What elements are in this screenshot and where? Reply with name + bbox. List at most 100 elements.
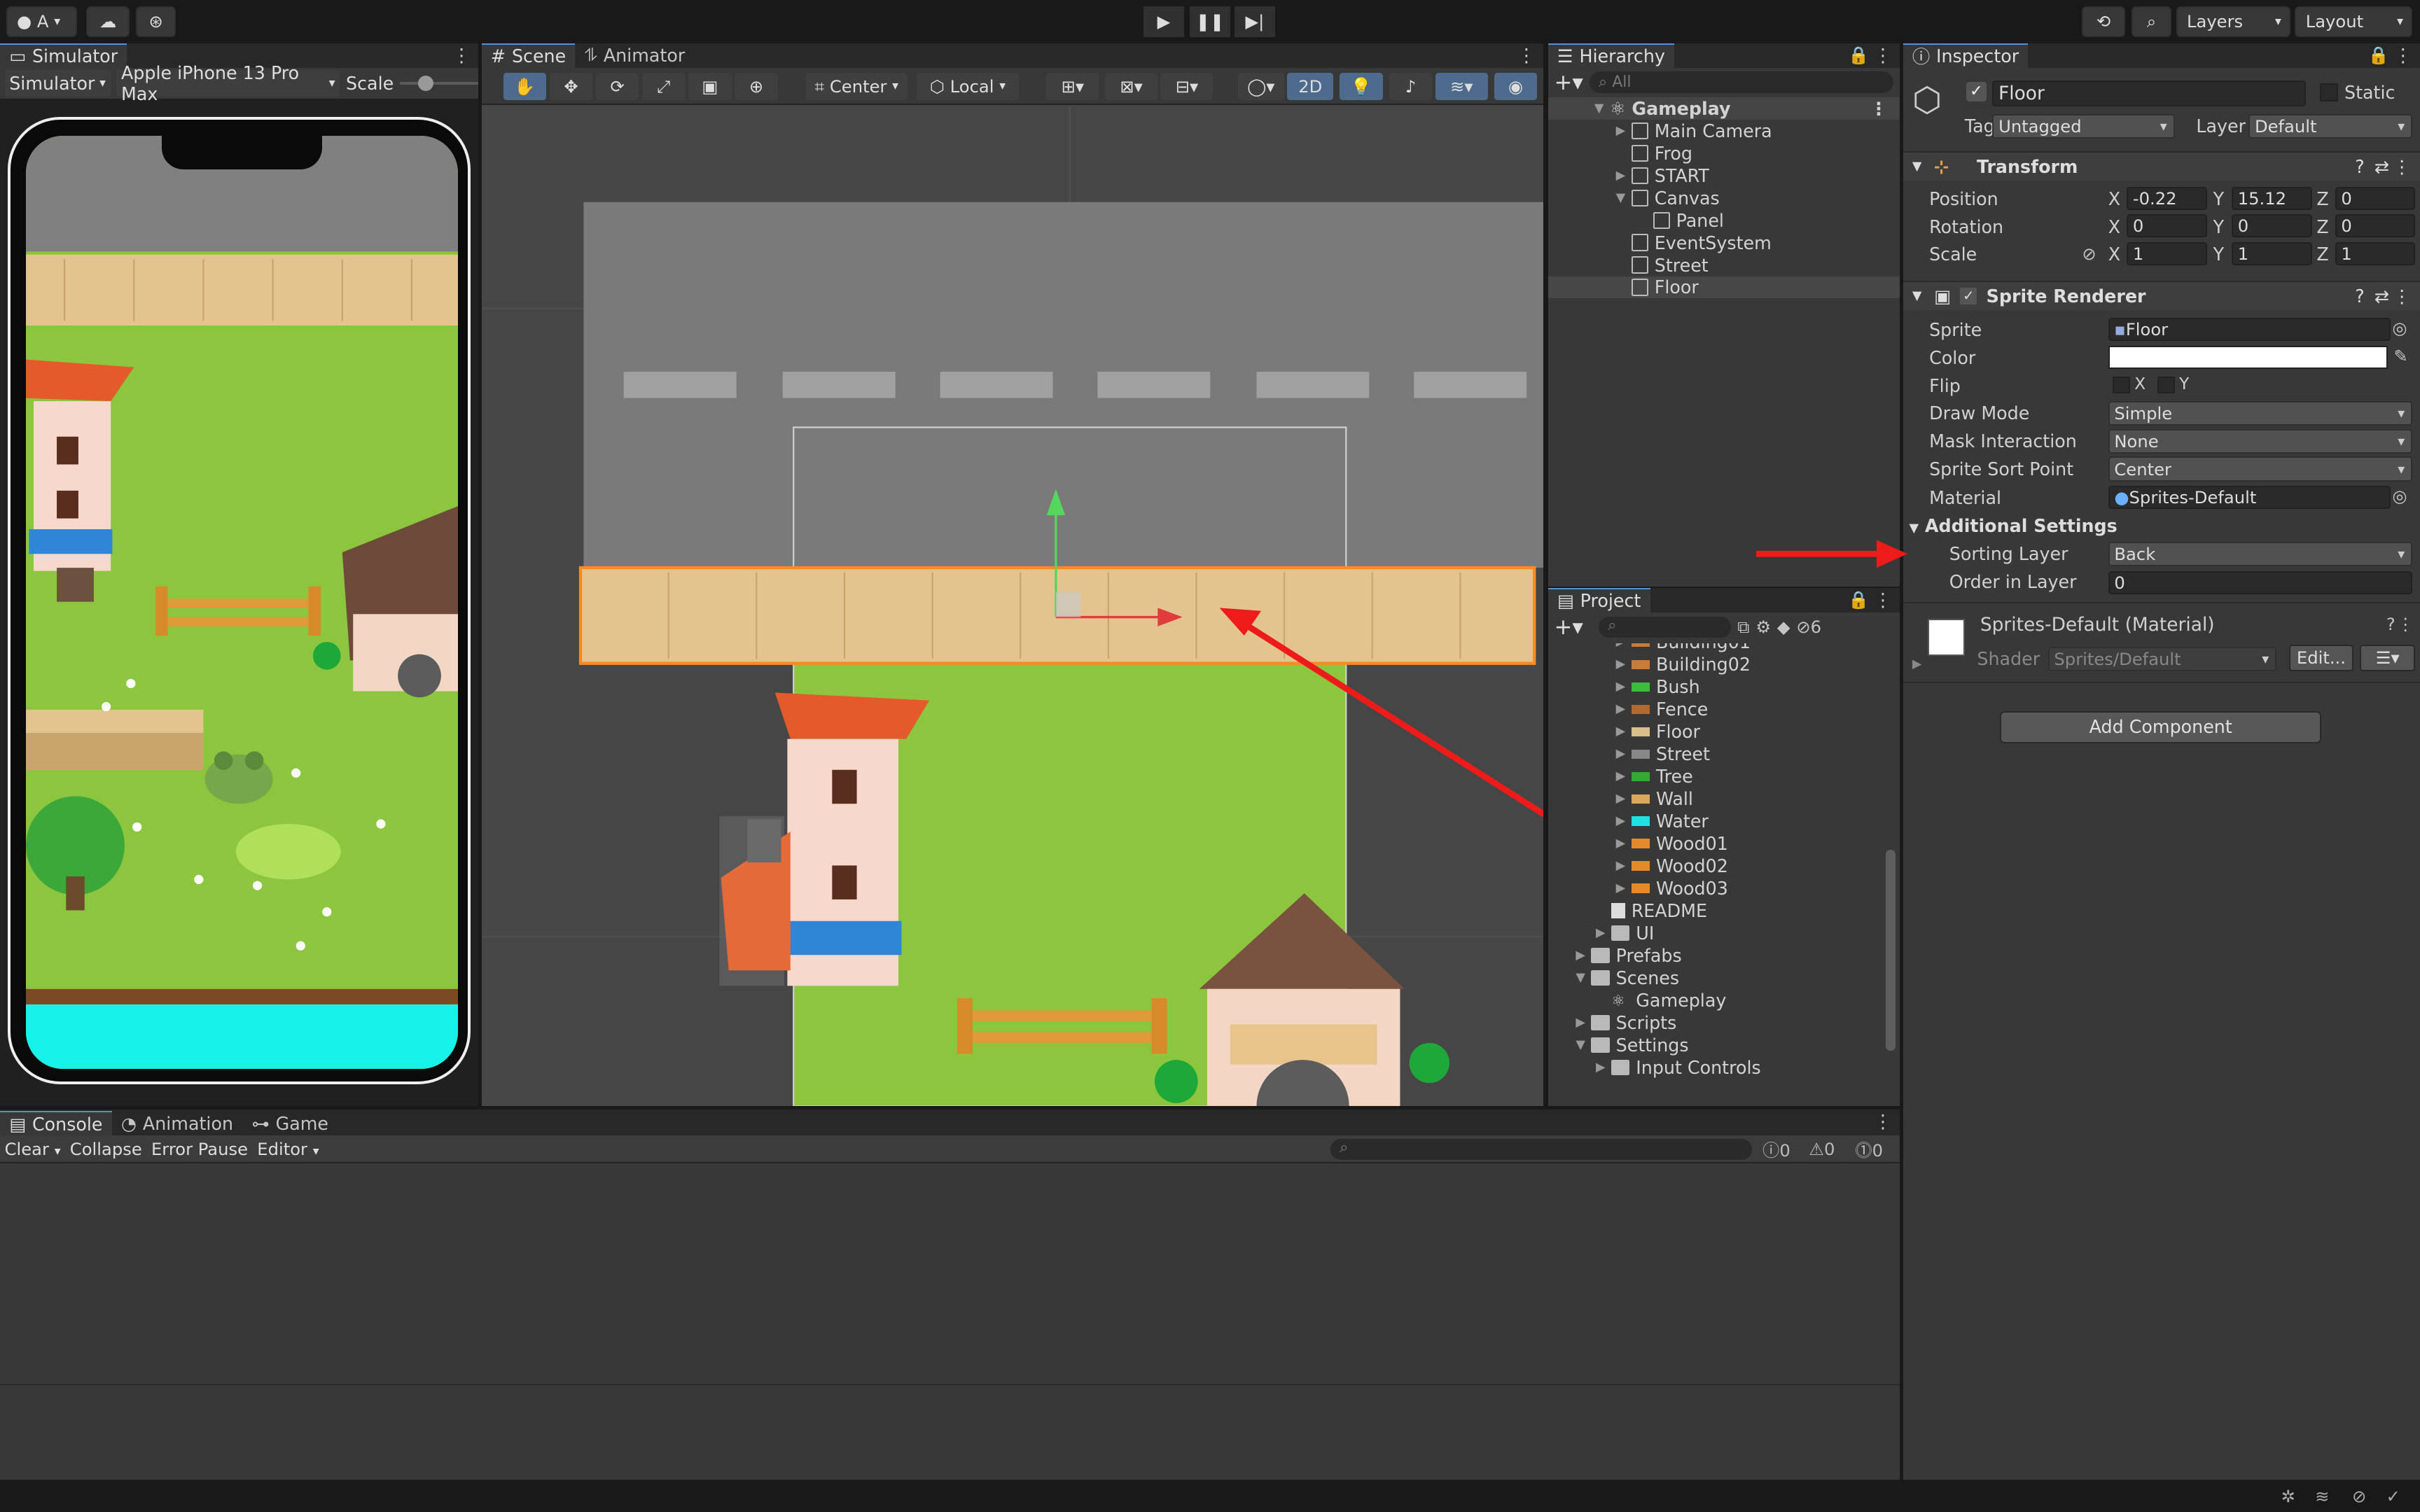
lighting-toggle[interactable]: 💡 (1340, 72, 1383, 101)
object-picker-icon[interactable]: ◎ (2392, 318, 2407, 338)
scene-menu-icon[interactable]: ⋮ (1870, 98, 1887, 119)
filter-type-icon[interactable]: ⚙ (1755, 617, 1771, 637)
tab-console[interactable]: ▤ Console (0, 1110, 112, 1136)
preset-icon[interactable]: ⇄ (2374, 156, 2389, 177)
pause-button[interactable]: ❚❚ (1190, 6, 1230, 37)
collapsed-arrow-icon[interactable]: ▶ (1616, 881, 1632, 895)
help-icon[interactable]: ? (2355, 286, 2364, 307)
pos-y-field[interactable]: 15.12 (2232, 186, 2312, 210)
project-item[interactable]: ▶ Water (1548, 810, 1884, 832)
collapsed-arrow-icon[interactable]: ▶ (1596, 926, 1611, 940)
pos-x-field[interactable]: -0.22 (2127, 186, 2207, 210)
audio-toggle[interactable]: ♪ (1389, 72, 1433, 101)
preset-icon[interactable]: ⇄ (2374, 286, 2389, 307)
collab-button[interactable]: ⊛ (135, 6, 176, 37)
expand-icon[interactable]: ▶ (1912, 657, 1922, 671)
more-icon[interactable]: ⋮ (1874, 1111, 1892, 1133)
sort-point-dropdown[interactable]: Center (2108, 456, 2412, 482)
scale-z-field[interactable]: 1 (2335, 242, 2416, 266)
hierarchy-item[interactable]: ▼ ⚛ Gameplay ⋮ (1548, 97, 1900, 120)
constrain-proportions-icon[interactable]: ⊘ (2082, 244, 2096, 264)
project-item[interactable]: ▶ Tree (1548, 765, 1884, 788)
rot-y-field[interactable]: 0 (2232, 214, 2312, 238)
2d-toggle[interactable]: 2D (1287, 72, 1334, 101)
layers-dropdown[interactable]: Layers ▾ (2176, 6, 2290, 37)
additional-settings-foldout[interactable]: ▼ Additional Settings (1909, 515, 2117, 536)
tab-inspector[interactable]: ⓘ Inspector (1903, 43, 2029, 68)
hierarchy-item[interactable]: Panel (1548, 209, 1900, 232)
expanded-arrow-icon[interactable]: ▼ (1576, 971, 1591, 985)
editor-dropdown[interactable]: Editor ▾ (257, 1139, 319, 1159)
project-item[interactable]: ▶ Input Controls (1548, 1056, 1884, 1079)
simulator-mode-dropdown[interactable]: Simulator ▾ (4, 70, 111, 97)
move-tool-button[interactable]: ✥ (549, 72, 593, 101)
tab-animation[interactable]: ◔ Animation (112, 1111, 243, 1135)
tab-hierarchy[interactable]: ☰ Hierarchy (1548, 43, 1675, 68)
material-field[interactable]: ● Sprites-Default (2108, 486, 2391, 510)
scale-slider[interactable] (400, 75, 479, 91)
space-dropdown[interactable]: ⬡ Local ▾ (917, 72, 1019, 101)
hidden-packages-icon[interactable]: ⊘6 (1796, 617, 1821, 637)
cloud-button[interactable]: ☁ (86, 6, 130, 37)
increment-snap-button[interactable]: ⊟▾ (1160, 72, 1214, 101)
auto-refresh-icon[interactable]: ✓ (2386, 1486, 2400, 1506)
hierarchy-item[interactable]: ▶ START (1548, 164, 1900, 187)
tab-game[interactable]: ⊶ Game (242, 1111, 338, 1135)
add-icon[interactable]: +▾ (1555, 615, 1583, 640)
collapsed-arrow-icon[interactable]: ▶ (1616, 643, 1632, 649)
active-checkbox[interactable]: ✓ (1966, 81, 1987, 102)
flip-x-checkbox[interactable] (2113, 376, 2130, 394)
order-in-layer-field[interactable]: 0 (2108, 570, 2412, 594)
grid-snap-button[interactable]: ⊠▾ (1105, 72, 1158, 101)
project-search-input[interactable]: ⌕ (1598, 616, 1732, 638)
cache-icon[interactable]: ≋ (2315, 1486, 2329, 1506)
project-item[interactable]: ▶ Prefabs (1548, 944, 1884, 967)
project-scrollbar[interactable] (1884, 650, 1897, 1074)
hierarchy-item[interactable]: ▼ Canvas (1548, 187, 1900, 209)
help-icon[interactable]: ? (2355, 156, 2364, 177)
layer-dropdown[interactable]: Default (2248, 114, 2412, 139)
add-component-button[interactable]: Add Component (2000, 711, 2321, 744)
account-dropdown[interactable]: ● A ▾ (6, 6, 78, 37)
game-view[interactable] (26, 135, 459, 1069)
project-item[interactable]: ▶ Building02 (1548, 653, 1884, 676)
project-item[interactable]: ▶ Building01 (1548, 643, 1884, 653)
project-item[interactable]: ▶ Street (1548, 743, 1884, 765)
collapsed-arrow-icon[interactable]: ▶ (1616, 124, 1632, 138)
pivot-dropdown[interactable]: ⌗ Center ▾ (805, 72, 908, 101)
play-button[interactable]: ▶ (1143, 6, 1184, 37)
rect-tool-button[interactable]: ▣ (688, 72, 732, 101)
scene-viewport[interactable] (481, 106, 1544, 1107)
project-item[interactable]: ▶ Wood01 (1548, 832, 1884, 855)
hierarchy-item[interactable]: Street (1548, 254, 1900, 276)
log-count-toggle[interactable]: ⓘ0 (1762, 1137, 1790, 1161)
layout-dropdown[interactable]: Layout ▾ (2295, 6, 2412, 37)
component-menu-icon[interactable]: ⋮ (2393, 286, 2410, 307)
more-icon[interactable]: ⋮ (1874, 589, 1892, 611)
snap-grid-button[interactable]: ⊞▾ (1046, 72, 1099, 101)
clear-button[interactable]: Clear ▾ (5, 1139, 61, 1159)
hierarchy-search-input[interactable]: ⌕ All (1589, 71, 1894, 94)
warning-count-toggle[interactable]: ⚠0 (1809, 1139, 1835, 1159)
tab-scene[interactable]: # Scene (481, 43, 576, 68)
project-item[interactable]: ▶ Wall (1548, 788, 1884, 810)
project-item[interactable]: ▼ Settings (1548, 1034, 1884, 1056)
rot-z-field[interactable]: 0 (2335, 214, 2416, 238)
debug-icon[interactable]: ✲ (2281, 1486, 2295, 1506)
color-swatch[interactable] (2108, 345, 2388, 369)
collapsed-arrow-icon[interactable]: ▶ (1616, 814, 1632, 828)
collapsed-arrow-icon[interactable]: ▶ (1616, 836, 1632, 850)
hierarchy-item[interactable]: Frog (1548, 142, 1900, 164)
tab-animator[interactable]: ⥮ Animator (575, 43, 694, 68)
project-item[interactable]: ▼ Scenes (1548, 967, 1884, 989)
shading-dropdown[interactable]: ◯▾ (1237, 72, 1284, 101)
project-item[interactable]: ▶ Floor (1548, 720, 1884, 743)
component-menu-icon[interactable]: ⋮ (2393, 156, 2410, 177)
more-icon[interactable]: ⋮ (2394, 45, 2412, 66)
lock-icon[interactable]: 🔒 (1848, 589, 1869, 610)
search-button[interactable]: ⌕ (2131, 6, 2172, 37)
object-picker-icon[interactable]: ◎ (2392, 486, 2407, 506)
hierarchy-item[interactable]: EventSystem (1548, 232, 1900, 254)
collapsed-arrow-icon[interactable]: ▶ (1616, 657, 1632, 671)
rotate-tool-button[interactable]: ⟳ (595, 72, 639, 101)
